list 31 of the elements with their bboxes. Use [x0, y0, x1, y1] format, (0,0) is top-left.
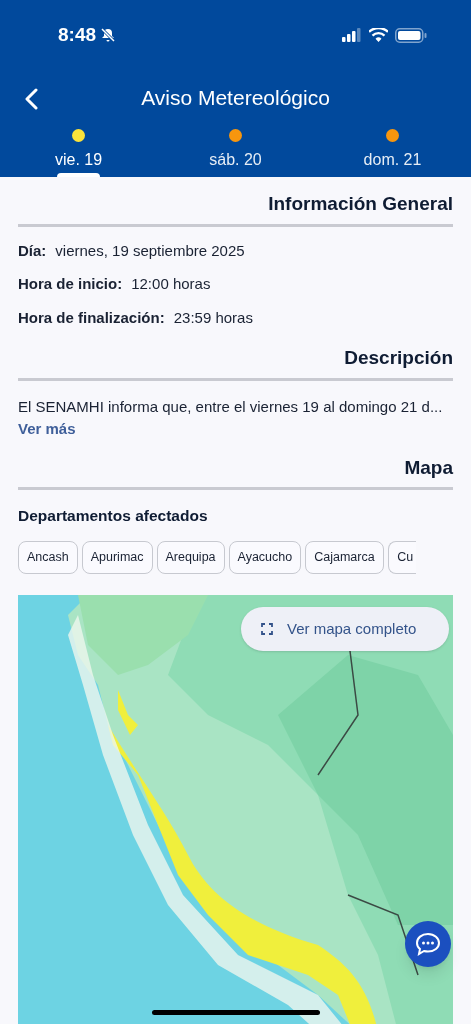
day-tab[interactable]: dom. 21 — [314, 125, 471, 177]
section-heading: Mapa — [18, 440, 453, 490]
field-value: 23:59 horas — [173, 307, 253, 328]
battery-icon — [395, 27, 427, 43]
field-label: Hora de finalización: — [18, 307, 165, 328]
expand-icon — [261, 623, 273, 636]
wifi-icon — [369, 28, 388, 42]
screen-title: Aviso Metereológico — [141, 84, 330, 111]
department-chip[interactable]: Cu — [387, 541, 416, 575]
signal-icon — [342, 28, 362, 42]
section-heading: Descripción — [18, 331, 453, 381]
field-value: 12:00 horas — [131, 274, 211, 294]
field-label: Día: — [18, 240, 47, 261]
bell-muted-icon — [100, 27, 117, 43]
description-text: El SENAMHI informa que, entre el viernes 19 al domingo 21 d... — [18, 396, 444, 417]
chat-bubble-icon — [415, 932, 441, 956]
department-chip[interactable]: Ancash — [18, 541, 78, 575]
department-chip[interactable]: Apurimac — [81, 541, 153, 575]
department-chip[interactable]: Arequipa — [156, 541, 225, 575]
back-icon — [24, 88, 40, 110]
department-chip[interactable]: Cajamarca — [305, 541, 384, 575]
full-map-button[interactable]: Ver mapa completo — [241, 607, 450, 652]
field-value: viernes, 19 septiembre 2025 — [55, 240, 245, 261]
see-more-link[interactable]: Ver más — [18, 418, 76, 441]
department-chip[interactable]: Ayacucho — [228, 541, 302, 575]
subsection-heading: Departamentos afectados — [18, 506, 209, 526]
status-time: 8:48 — [58, 22, 97, 47]
section-heading: Información General — [18, 177, 453, 227]
field-label: Hora de inicio: — [18, 274, 123, 294]
day-tab[interactable]: sáb. 20 — [157, 125, 314, 177]
day-tab[interactable]: vie. 19 — [0, 125, 157, 177]
